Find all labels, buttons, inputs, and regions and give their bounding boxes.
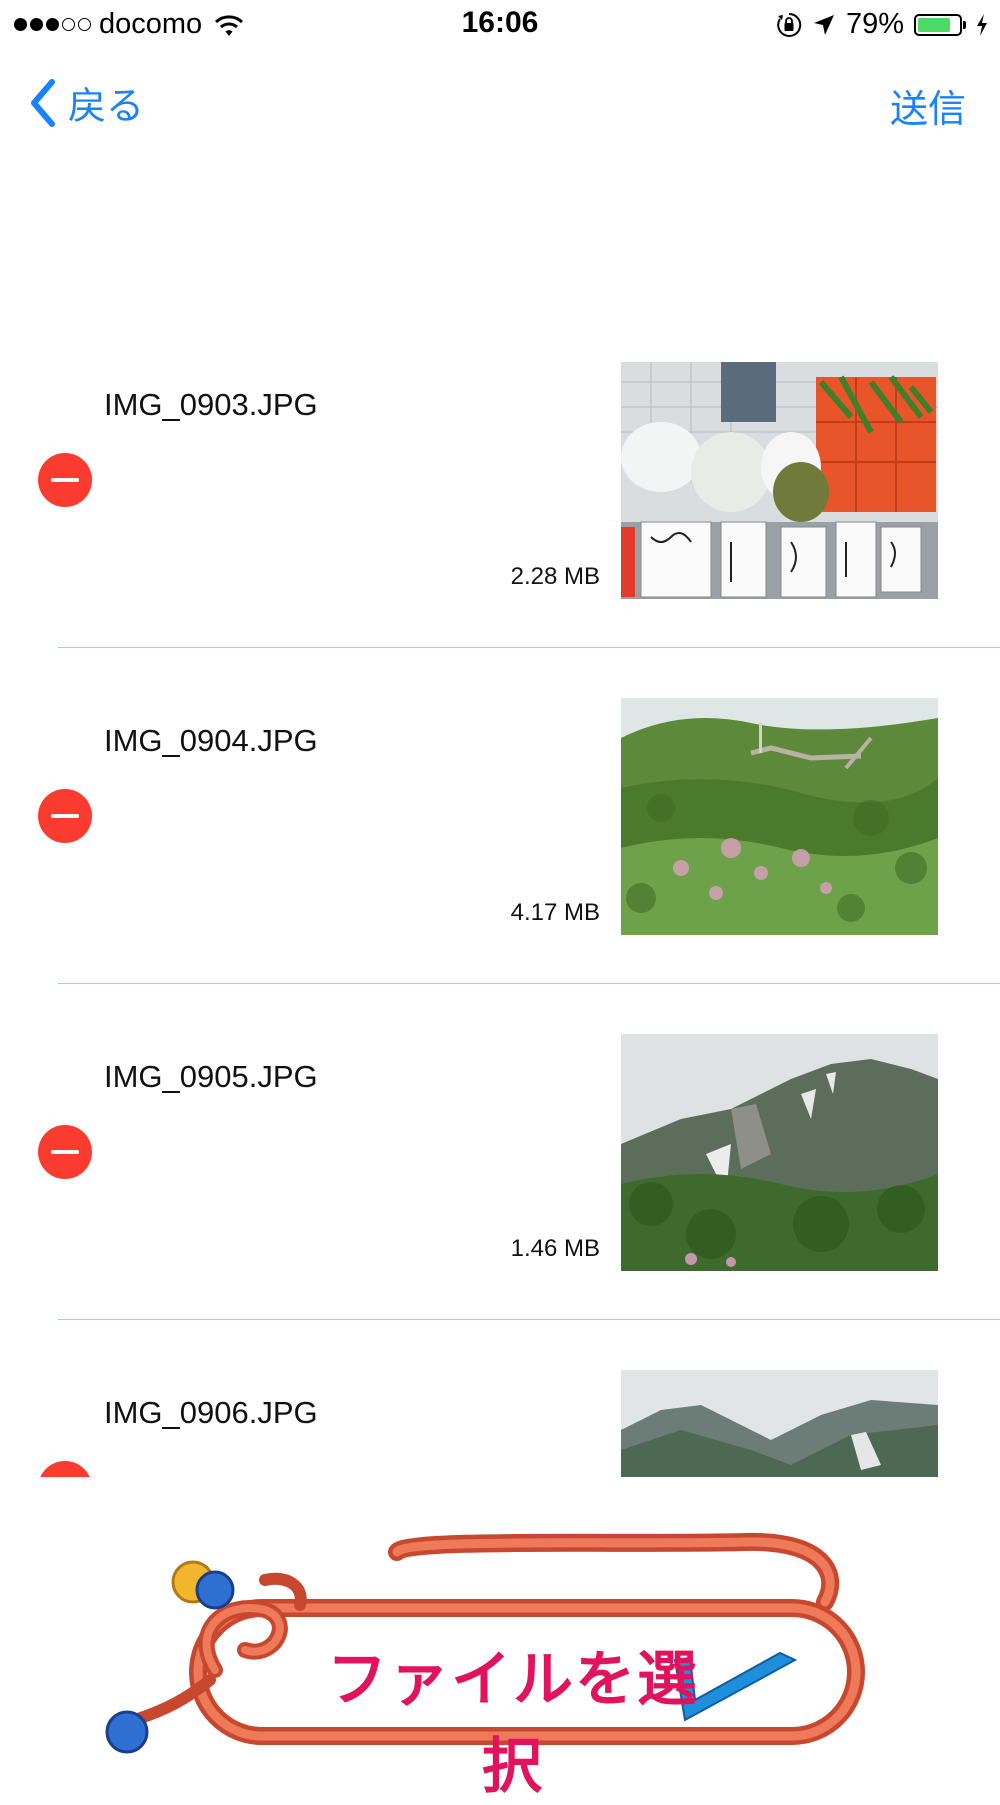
battery-icon [914,13,966,36]
back-label: 戻る [68,86,145,128]
send-button[interactable]: 送信 [890,78,966,133]
orientation-lock-icon [777,12,802,37]
select-file-button[interactable]: ファイルを選択 [105,1520,905,1800]
file-list[interactable]: IMG_0903.JPG 2.28 MB IMG_0904.JPG 4.17 M… [0,335,1000,1477]
file-row: IMG_0904.JPG 4.17 MB [0,671,1000,1007]
delete-button[interactable] [38,789,92,843]
select-file-label: ファイルを選択 [327,1646,699,1800]
delete-button[interactable] [38,1125,92,1179]
status-bar: docomo 16:06 79% [0,0,1000,50]
row-separator [58,647,1000,648]
file-name: IMG_0903.JPG [104,387,318,422]
back-button[interactable]: 戻る [28,75,144,130]
file-row: IMG_0906.JPG [0,1343,1000,1477]
delete-button[interactable] [38,1461,92,1477]
chevron-left-icon [31,78,55,127]
file-name: IMG_0905.JPG [104,1059,318,1094]
row-separator [58,983,1000,984]
file-size: 4.17 MB [510,899,600,926]
navigation-bar: 戻る 送信 [0,50,1000,150]
file-row: IMG_0903.JPG 2.28 MB [0,335,1000,671]
delete-button[interactable] [38,453,92,507]
status-right: 79% [776,8,988,41]
location-arrow-icon [813,14,834,35]
file-row: IMG_0905.JPG 1.46 MB [0,1007,1000,1343]
row-separator [58,1319,1000,1320]
file-size: 1.46 MB [510,1235,600,1262]
thumbnail-image[interactable] [621,698,938,935]
file-name: IMG_0904.JPG [104,723,318,758]
charging-bolt-icon [977,13,987,36]
thumbnail-image[interactable] [621,1034,938,1271]
thumbnail-image[interactable] [621,1370,938,1477]
battery-percent: 79% [845,8,904,40]
file-name: IMG_0906.JPG [104,1395,318,1430]
file-size: 2.28 MB [510,563,600,590]
thumbnail-image[interactable] [621,362,938,599]
